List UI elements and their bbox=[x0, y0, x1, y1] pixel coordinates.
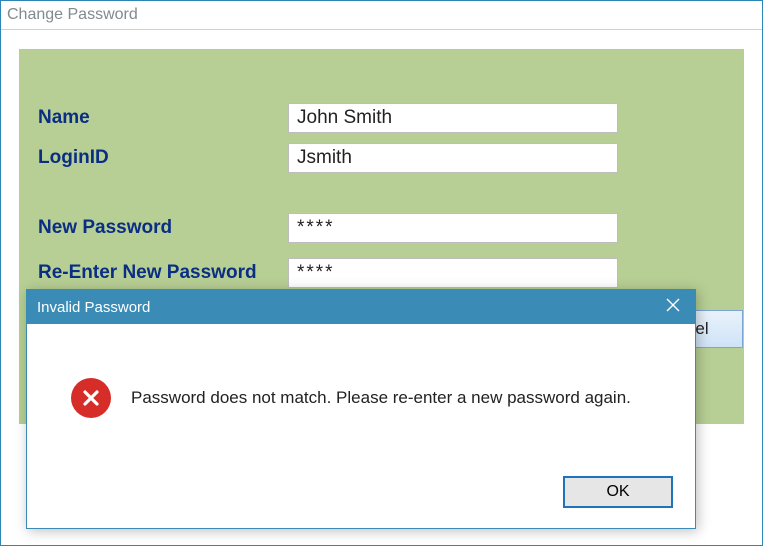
row-newpw: New Password bbox=[38, 210, 725, 246]
reenter-password-label: Re-Enter New Password bbox=[38, 262, 288, 284]
new-password-input[interactable] bbox=[288, 213, 618, 243]
close-icon bbox=[666, 298, 680, 316]
new-password-label: New Password bbox=[38, 217, 288, 239]
window-title: Change Password bbox=[1, 1, 762, 30]
name-label: Name bbox=[38, 107, 288, 129]
dialog-message: Password does not match. Please re-enter… bbox=[131, 388, 631, 408]
row-login: LoginID bbox=[38, 140, 725, 176]
dialog-titlebar: Invalid Password bbox=[27, 290, 695, 324]
dialog-body: Password does not match. Please re-enter… bbox=[27, 324, 695, 528]
ok-button[interactable]: OK bbox=[563, 476, 673, 508]
dialog-message-row: Password does not match. Please re-enter… bbox=[71, 378, 631, 418]
name-input[interactable] bbox=[288, 103, 618, 133]
change-password-window: Change Password Name LoginID New Passwor… bbox=[0, 0, 763, 546]
dialog-title: Invalid Password bbox=[37, 299, 150, 316]
invalid-password-dialog: Invalid Password Password does not match… bbox=[26, 289, 696, 529]
row-name: Name bbox=[38, 100, 725, 136]
login-input[interactable] bbox=[288, 143, 618, 173]
login-label: LoginID bbox=[38, 147, 288, 169]
error-icon bbox=[71, 378, 111, 418]
dialog-close-button[interactable] bbox=[651, 290, 695, 324]
row-repw: Re-Enter New Password bbox=[38, 255, 725, 291]
reenter-password-input[interactable] bbox=[288, 258, 618, 288]
